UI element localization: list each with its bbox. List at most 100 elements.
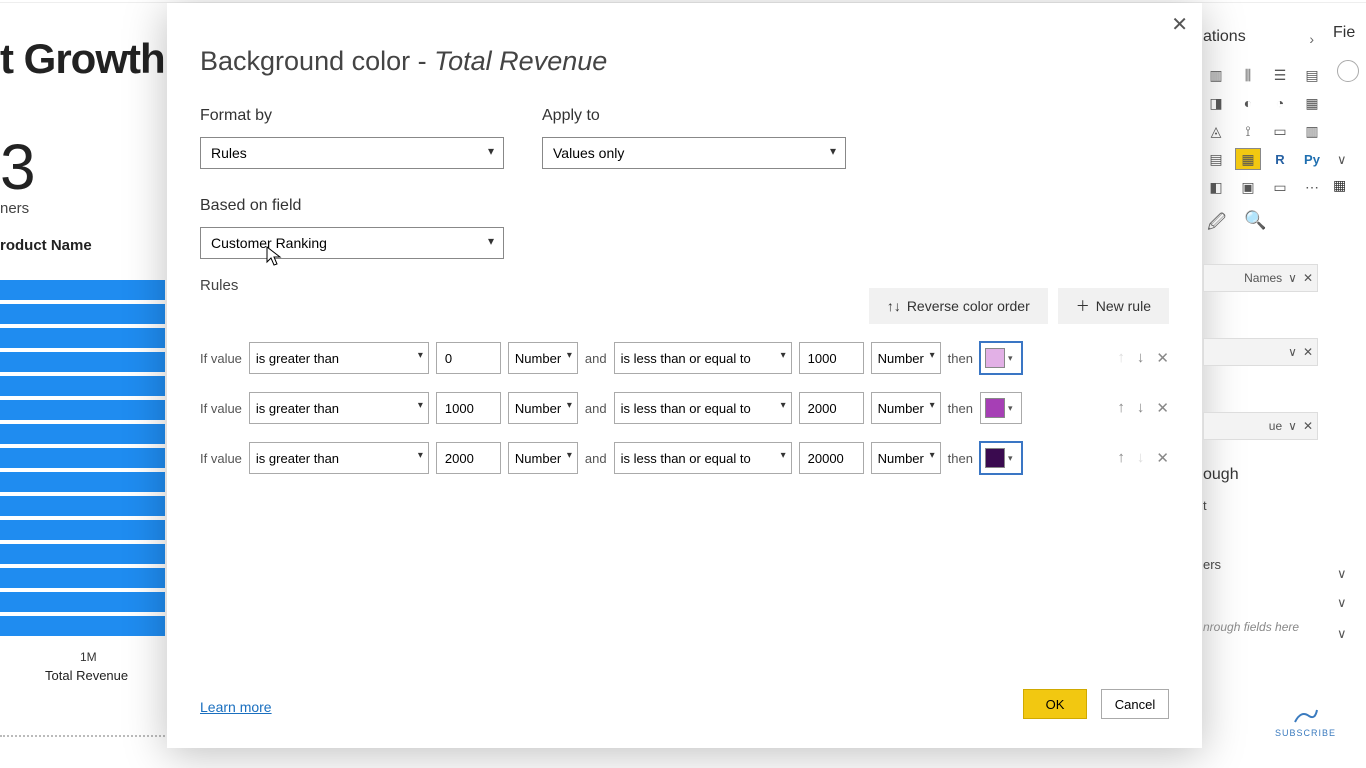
- remove-field-icon[interactable]: ✕: [1303, 271, 1313, 285]
- new-rule-button[interactable]: ＋New rule: [1058, 288, 1169, 324]
- chevron-right-icon[interactable]: ›: [1309, 31, 1314, 47]
- rule-max-type-select[interactable]: Number: [871, 392, 941, 424]
- rule-min-value-input[interactable]: [436, 392, 501, 424]
- field-well-item[interactable]: Names ∨ ✕: [1203, 264, 1318, 292]
- tooltip-item: ers: [1203, 557, 1318, 572]
- chevron-down-icon[interactable]: ∨: [1337, 152, 1347, 168]
- close-icon[interactable]: ✕: [1171, 12, 1188, 37]
- rule-min-type-select[interactable]: Number: [508, 442, 578, 474]
- move-up-icon: ↑: [1117, 349, 1125, 367]
- apply-to-select[interactable]: Values only: [542, 137, 846, 169]
- chevron-down-icon[interactable]: ∨: [1337, 626, 1347, 642]
- drillthrough-sub: t: [1203, 498, 1318, 513]
- chevron-down-icon[interactable]: ∨: [1288, 345, 1297, 359]
- format-by-label: Format by: [200, 107, 504, 125]
- reverse-color-order-button[interactable]: ↑↓Reverse color order: [869, 288, 1048, 324]
- card-value: 3: [0, 130, 36, 204]
- viz-icon[interactable]: ▥: [1299, 120, 1325, 142]
- delete-rule-icon[interactable]: ✕: [1156, 399, 1169, 417]
- viz-icon[interactable]: ▤: [1203, 148, 1229, 170]
- rule-min-value-input[interactable]: [436, 342, 501, 374]
- based-on-field-select[interactable]: Customer Ranking: [200, 227, 504, 259]
- viz-icon[interactable]: ▥: [1203, 64, 1229, 86]
- remove-field-icon[interactable]: ✕: [1303, 419, 1313, 433]
- apply-to-label: Apply to: [542, 107, 846, 125]
- field-well-item[interactable]: ue ∨ ✕: [1203, 412, 1318, 440]
- rule-min-type-select[interactable]: Number: [508, 392, 578, 424]
- rule-color-swatch[interactable]: ▾: [980, 342, 1022, 374]
- rule-max-value-input[interactable]: [799, 392, 864, 424]
- move-down-icon[interactable]: ↓: [1137, 399, 1145, 417]
- rule-color-swatch[interactable]: ▾: [980, 442, 1022, 474]
- rule-max-value-input[interactable]: [799, 342, 864, 374]
- field-well-item[interactable]: ∨ ✕: [1203, 338, 1318, 366]
- chart-x-title: Total Revenue: [45, 668, 128, 683]
- chart-y-axis-label: roduct Name: [0, 237, 92, 254]
- based-on-field-label: Based on field: [200, 197, 1169, 215]
- viz-icon[interactable]: ▭: [1267, 176, 1293, 198]
- move-up-icon[interactable]: ↑: [1117, 399, 1125, 417]
- format-by-select[interactable]: Rules: [200, 137, 504, 169]
- viz-icon-selected[interactable]: ▦: [1235, 148, 1261, 170]
- field-well-label: Names: [1244, 271, 1282, 285]
- ok-button[interactable]: OK: [1023, 689, 1087, 719]
- viz-icon[interactable]: ◐: [1235, 92, 1261, 114]
- viz-icon[interactable]: ◨: [1203, 92, 1229, 114]
- chevron-down-icon[interactable]: ∨: [1337, 566, 1347, 582]
- viz-icon[interactable]: ▣: [1235, 176, 1261, 198]
- move-down-icon: ↓: [1137, 449, 1145, 467]
- viz-icon[interactable]: ◧: [1203, 176, 1229, 198]
- delete-rule-icon[interactable]: ✕: [1156, 449, 1169, 467]
- chevron-down-icon[interactable]: ∨: [1288, 271, 1297, 285]
- format-tab-icon[interactable]: 🔍: [1244, 210, 1266, 240]
- rule-max-op-select[interactable]: is less than or equal to: [614, 342, 792, 374]
- cancel-button[interactable]: Cancel: [1101, 689, 1169, 719]
- chevron-down-icon[interactable]: ∨: [1337, 595, 1347, 611]
- if-value-text: If value: [200, 351, 242, 366]
- viz-icon[interactable]: ◬: [1203, 120, 1229, 142]
- fields-tab-icon[interactable]: 🖉: [1207, 210, 1226, 240]
- and-text: and: [585, 351, 607, 366]
- search-icon[interactable]: [1337, 60, 1359, 82]
- rule-min-op-select[interactable]: is greater than: [249, 342, 429, 374]
- rule-max-type-select[interactable]: Number: [871, 342, 941, 374]
- rule-min-type-select[interactable]: Number: [508, 342, 578, 374]
- remove-field-icon[interactable]: ✕: [1303, 345, 1313, 359]
- move-down-icon[interactable]: ↓: [1137, 349, 1145, 367]
- viz-icon[interactable]: ⟟: [1235, 120, 1261, 142]
- viz-r-icon[interactable]: R: [1267, 148, 1293, 170]
- dialog-title-field: Total Revenue: [434, 46, 607, 76]
- table-icon[interactable]: ▦: [1333, 177, 1346, 194]
- rule-max-op-select[interactable]: is less than or equal to: [614, 442, 792, 474]
- move-up-icon[interactable]: ↑: [1117, 449, 1125, 467]
- viz-icon[interactable]: ◔: [1267, 92, 1293, 114]
- viz-python-icon[interactable]: Py: [1299, 148, 1325, 170]
- card-label: ners: [0, 200, 29, 217]
- rule-min-op-select[interactable]: is greater than: [249, 392, 429, 424]
- plus-icon: ＋: [1076, 296, 1090, 316]
- chevron-down-icon[interactable]: ∨: [1288, 419, 1297, 433]
- rule-min-op-select[interactable]: is greater than: [249, 442, 429, 474]
- viz-more-icon[interactable]: ⋯: [1299, 176, 1325, 198]
- rule-max-op-select[interactable]: is less than or equal to: [614, 392, 792, 424]
- dialog-title-prefix: Background color -: [200, 46, 434, 76]
- delete-rule-icon[interactable]: ✕: [1156, 349, 1169, 367]
- learn-more-link[interactable]: Learn more: [200, 699, 272, 715]
- rule-max-type-select[interactable]: Number: [871, 442, 941, 474]
- viz-icon[interactable]: ▦: [1299, 92, 1325, 114]
- rule-row: If value is greater than Number and is l…: [200, 442, 1169, 474]
- rule-color-swatch[interactable]: ▾: [980, 392, 1022, 424]
- then-text: then: [948, 351, 973, 366]
- visualization-picker: ▥ ⫼ ☰ ▤ ◨ ◐ ◔ ▦ ◬ ⟟ ▭ ▥ ▤ ▦ R Py ◧ ▣ ▭ ⋯: [1203, 64, 1318, 198]
- fields-pane: Fie ∨ ▦ ∨ ∨ ∨: [1333, 24, 1366, 642]
- viz-icon[interactable]: ☰: [1267, 64, 1293, 86]
- viz-icon[interactable]: ▤: [1299, 64, 1325, 86]
- report-title-fragment: t Growth: [0, 35, 165, 83]
- rule-min-value-input[interactable]: [436, 442, 501, 474]
- chart-x-tick: 1M: [80, 650, 97, 664]
- rule-max-value-input[interactable]: [799, 442, 864, 474]
- viz-icon[interactable]: ▭: [1267, 120, 1293, 142]
- if-value-text: If value: [200, 401, 242, 416]
- viz-icon[interactable]: ⫼: [1235, 64, 1261, 86]
- field-well-label: ue: [1269, 419, 1282, 433]
